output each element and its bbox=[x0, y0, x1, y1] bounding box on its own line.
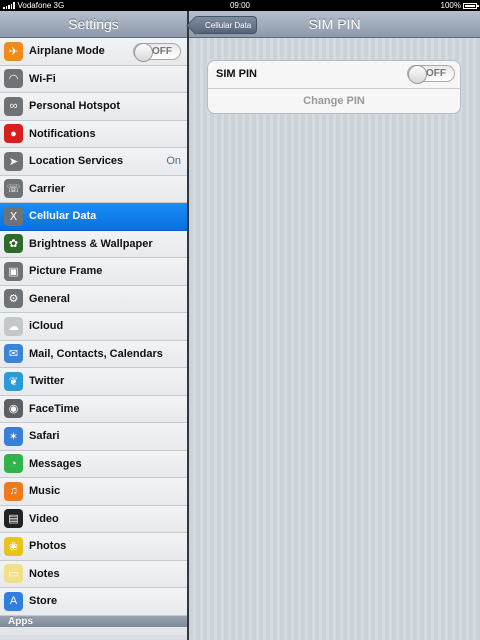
sidebar-item-carrier[interactable]: ☏ Carrier bbox=[0, 175, 187, 203]
airplane-icon: ✈ bbox=[4, 41, 23, 61]
sidebar-item-notifications[interactable]: ● Notifications bbox=[0, 120, 187, 148]
sidebar-item-airplane-mode[interactable]: ✈ Airplane Mode OFF bbox=[0, 38, 187, 66]
sidebar-item-music[interactable]: ♫ Music bbox=[0, 478, 187, 506]
battery-icon bbox=[463, 2, 479, 9]
sidebar-item-label: Messages bbox=[29, 457, 82, 470]
sidebar-item-picture-frame[interactable]: ▣ Picture Frame bbox=[0, 258, 187, 286]
camera-icon: ◉ bbox=[4, 399, 23, 419]
sidebar-item-value: On bbox=[166, 155, 181, 168]
sidebar-item-icloud[interactable]: ☁ iCloud bbox=[0, 313, 187, 341]
sidebar-list: ✈ Airplane Mode OFF ◠ Wi-Fi ∞ Personal Hotspot… bbox=[0, 38, 187, 616]
music-note-icon: ♫ bbox=[4, 481, 23, 501]
sidebar-item-label: Twitter bbox=[29, 375, 65, 388]
change-pin-button[interactable]: Change PIN bbox=[208, 87, 460, 114]
message-bubble-icon: ◔ bbox=[4, 454, 23, 474]
sidebar-item-photos[interactable]: ❀ Photos bbox=[0, 533, 187, 561]
status-battery: 100% bbox=[440, 0, 479, 11]
picture-frame-icon: ▣ bbox=[4, 261, 23, 281]
sidebar-item-personal-hotspot[interactable]: ∞ Personal Hotspot bbox=[0, 93, 187, 121]
sidebar-item-label: Brightness & Wallpaper bbox=[29, 237, 153, 250]
mail-icon: ✉ bbox=[4, 344, 23, 364]
sidebar-item-label: Personal Hotspot bbox=[29, 100, 121, 113]
flower-icon: ✿ bbox=[4, 234, 23, 254]
detail-pane: Cellular Data SIM PIN SIM PIN OFF Change… bbox=[189, 11, 480, 640]
sidebar-item-label: Notifications bbox=[29, 127, 96, 140]
cloud-icon: ☁ bbox=[4, 316, 23, 336]
detail-navbar: Cellular Data SIM PIN bbox=[189, 11, 480, 38]
sidebar-item-location-services[interactable]: ➤ Location Services On bbox=[0, 148, 187, 176]
detail-title: SIM PIN bbox=[308, 16, 361, 32]
section-header-apps: Apps bbox=[0, 615, 187, 627]
status-bar: Vodafone 3G 09:00 100% bbox=[0, 0, 480, 11]
toggle-label: OFF bbox=[152, 46, 172, 57]
sim-pin-label: SIM PIN bbox=[216, 68, 257, 81]
sidebar-item-label: Music bbox=[29, 485, 61, 498]
sidebar-item-label: Carrier bbox=[29, 182, 66, 195]
sidebar-item-label: Video bbox=[29, 512, 59, 525]
sidebar-item-safari[interactable]: ✶ Safari bbox=[0, 423, 187, 451]
phone-icon: ☏ bbox=[4, 179, 23, 199]
sidebar-item-label: Wi-Fi bbox=[29, 72, 56, 85]
sidebar-item-label: Notes bbox=[29, 567, 60, 580]
sim-pin-toggle-label: OFF bbox=[426, 68, 446, 79]
notepad-icon: ▭ bbox=[4, 564, 23, 584]
sidebar-item-label: Mail, Contacts, Calendars bbox=[29, 347, 163, 360]
notifications-icon: ● bbox=[4, 124, 23, 144]
sidebar-item-video[interactable]: ▤ Video bbox=[0, 505, 187, 533]
compass-icon: ✶ bbox=[4, 426, 23, 446]
sidebar-title: Settings bbox=[0, 11, 187, 38]
sidebar-item-label: General bbox=[29, 292, 70, 305]
sidebar-item-brightness-wallpaper[interactable]: ✿ Brightness & Wallpaper bbox=[0, 230, 187, 258]
sidebar-item-general[interactable]: ⚙ General bbox=[0, 285, 187, 313]
sidebar-item-label: Location Services bbox=[29, 155, 124, 168]
status-time: 09:00 bbox=[229, 1, 251, 10]
sidebar-item-label: Safari bbox=[29, 430, 60, 443]
sidebar-item-messages[interactable]: ◔ Messages bbox=[0, 450, 187, 478]
sidebar-item-notes[interactable]: ▭ Notes bbox=[0, 560, 187, 588]
sim-pin-group: SIM PIN OFF Change PIN bbox=[207, 60, 461, 114]
sunflower-icon: ❀ bbox=[4, 536, 23, 556]
sidebar-item-cellular-data[interactable]: Ⅹ Cellular Data bbox=[0, 203, 187, 231]
airplane-mode-toggle[interactable]: OFF bbox=[133, 43, 181, 62]
sidebar-item-label: Photos bbox=[29, 540, 67, 553]
sidebar-item-label: FaceTime bbox=[29, 402, 80, 415]
sim-pin-row: SIM PIN OFF bbox=[208, 61, 460, 88]
cellular-antenna-icon: Ⅹ bbox=[4, 206, 23, 226]
change-pin-label: Change PIN bbox=[303, 95, 365, 108]
sidebar-item-mail-contacts-calendars[interactable]: ✉ Mail, Contacts, Calendars bbox=[0, 340, 187, 368]
sidebar-item-twitter[interactable]: ❦ Twitter bbox=[0, 368, 187, 396]
link-icon: ∞ bbox=[4, 96, 23, 116]
wifi-icon: ◠ bbox=[4, 69, 23, 89]
sidebar-item-label: Cellular Data bbox=[29, 210, 97, 223]
battery-percent: 100% bbox=[440, 1, 461, 10]
sidebar-row-partial bbox=[0, 626, 187, 635]
sidebar-item-label: Airplane Mode bbox=[29, 45, 105, 58]
sidebar-item-label: iCloud bbox=[29, 320, 64, 333]
film-icon: ▤ bbox=[4, 509, 23, 529]
sim-pin-toggle[interactable]: OFF bbox=[407, 65, 455, 84]
settings-sidebar: Settings ✈ Airplane Mode OFF ◠ Wi-Fi ∞ Persona… bbox=[0, 11, 187, 640]
sidebar-item-store[interactable]: A Store bbox=[0, 588, 187, 616]
sidebar-item-label: Store bbox=[29, 595, 58, 608]
twitter-bird-icon: ❦ bbox=[4, 371, 23, 391]
sidebar-item-label: Picture Frame bbox=[29, 265, 103, 278]
sidebar-item-facetime[interactable]: ◉ FaceTime bbox=[0, 395, 187, 423]
gear-icon: ⚙ bbox=[4, 289, 23, 309]
sidebar-item-wi-fi[interactable]: ◠ Wi-Fi bbox=[0, 65, 187, 93]
location-arrow-icon: ➤ bbox=[4, 151, 23, 171]
app-store-icon: A bbox=[4, 591, 23, 611]
